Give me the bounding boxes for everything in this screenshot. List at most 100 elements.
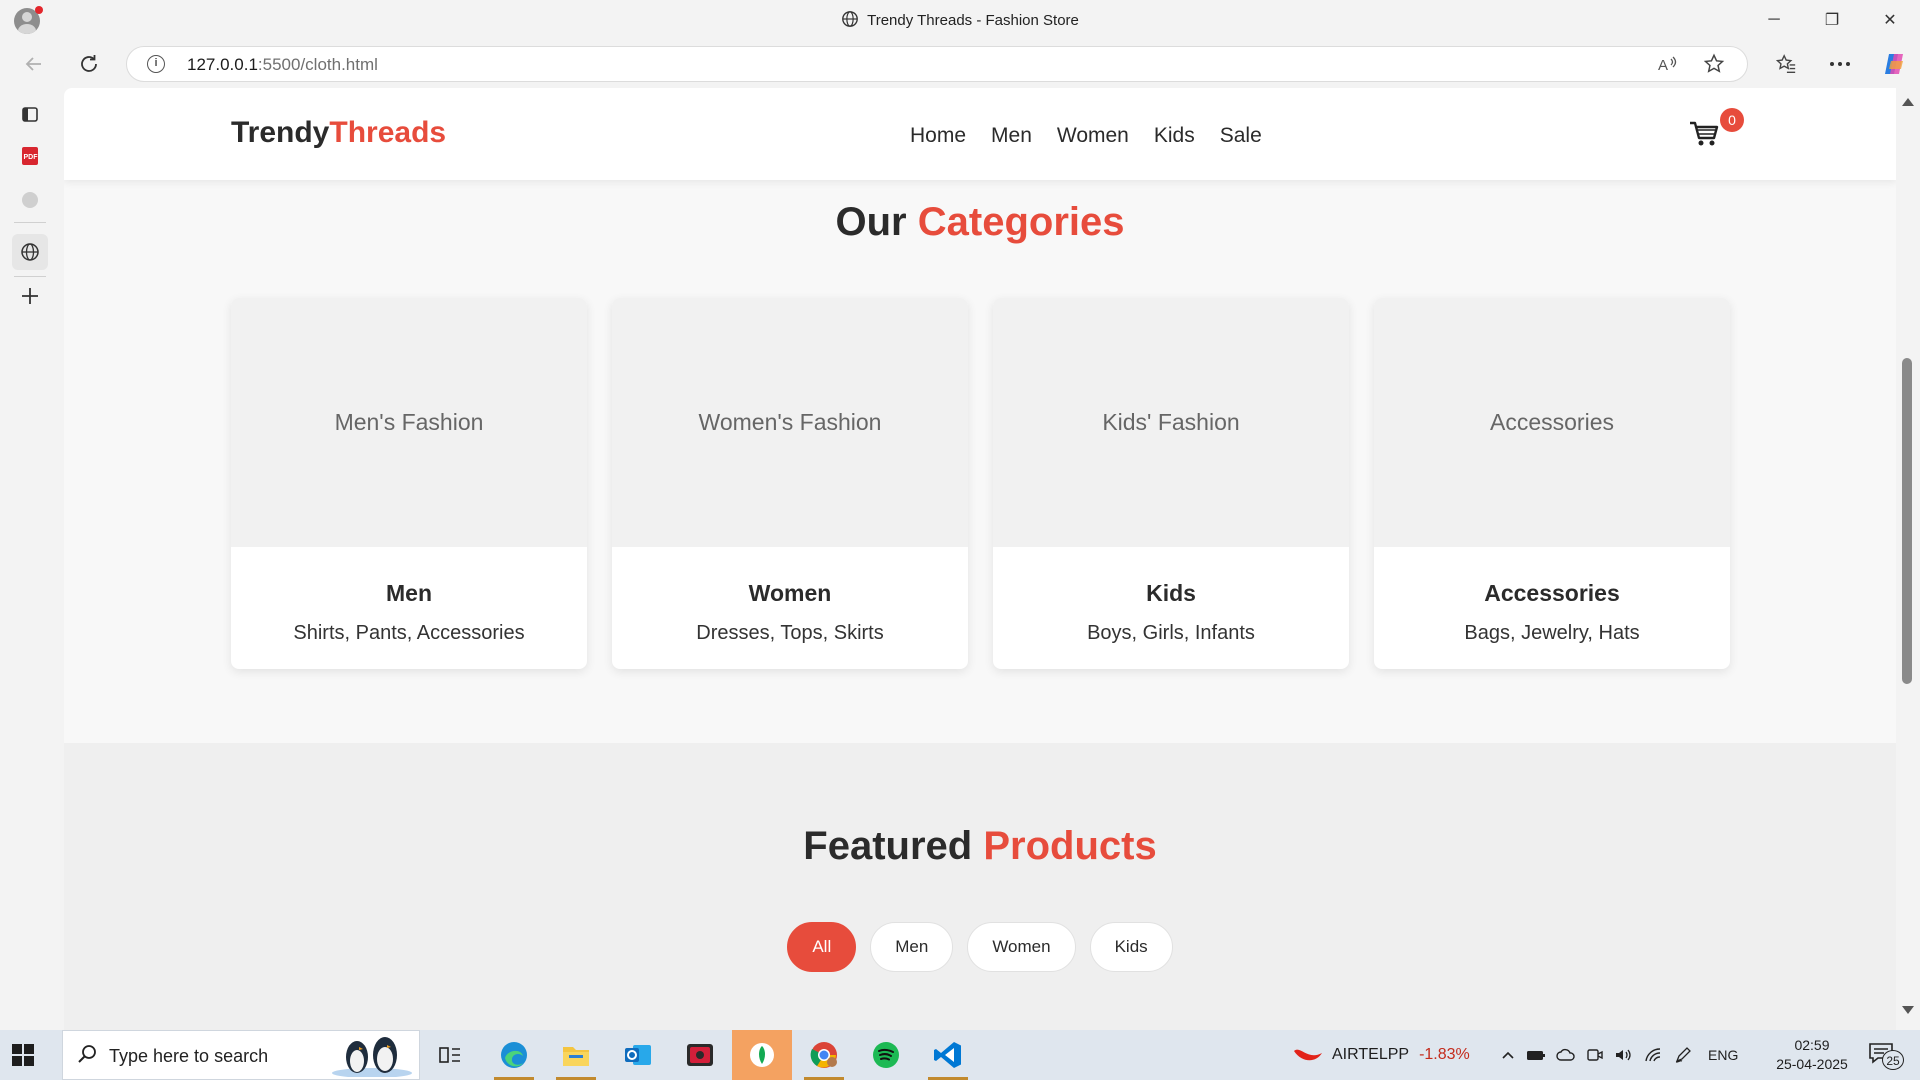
- nav-link-kids[interactable]: Kids: [1154, 124, 1195, 148]
- volume-icon[interactable]: [1614, 1047, 1634, 1063]
- copilot-icon[interactable]: [1876, 46, 1912, 82]
- category-image-placeholder: Women's Fashion: [612, 298, 968, 547]
- show-hidden-icons-chevron-up-icon[interactable]: [1500, 1047, 1516, 1063]
- category-card-kids[interactable]: Kids' Fashion Kids Boys, Girls, Infants: [993, 298, 1349, 669]
- featured-title-primary: Featured: [803, 824, 973, 868]
- close-icon: ✕: [1883, 12, 1897, 29]
- taskbar-mongodb-compass-icon[interactable]: [732, 1030, 792, 1080]
- stock-change: -1.83%: [1419, 1046, 1470, 1063]
- system-tray: ENG: [1500, 1030, 1738, 1080]
- search-icon: [77, 1044, 97, 1070]
- minimize-button[interactable]: ─: [1745, 0, 1803, 40]
- cloud-sync-icon[interactable]: [1556, 1047, 1576, 1063]
- category-subtitle: Shirts, Pants, Accessories: [293, 622, 525, 644]
- url-host: 127.0.0.1: [187, 55, 258, 74]
- window-title: Trendy Threads - Fashion Store: [0, 10, 1920, 32]
- category-subtitle: Bags, Jewelry, Hats: [1464, 622, 1640, 644]
- browser-title-bar: Trendy Threads - Fashion Store ─ ❐ ✕: [0, 0, 1920, 40]
- taskbar-chrome-icon[interactable]: [794, 1030, 854, 1080]
- tab-actions-icon[interactable]: [18, 102, 42, 126]
- active-tab-globe-icon[interactable]: [12, 234, 48, 270]
- category-card-accessories[interactable]: Accessories Accessories Bags, Jewelry, H…: [1374, 298, 1730, 669]
- battery-icon[interactable]: [1526, 1047, 1546, 1063]
- inactive-tab-icon[interactable]: [18, 188, 42, 212]
- site-info-icon[interactable]: i: [147, 55, 165, 73]
- stock-widget[interactable]: AIRTELPP -1.83%: [1292, 1030, 1470, 1080]
- scroll-up-arrow-icon[interactable]: [1902, 98, 1914, 106]
- favorite-star-icon[interactable]: [1703, 53, 1725, 80]
- main-nav: Home Men Women Kids Sale: [910, 124, 1262, 148]
- featured-section-title: Featured Products: [64, 824, 1896, 869]
- taskbar-outlook-icon[interactable]: [608, 1030, 668, 1080]
- category-card-women[interactable]: Women's Fashion Women Dresses, Tops, Ski…: [612, 298, 968, 669]
- notification-count-badge: 25: [1882, 1050, 1904, 1070]
- categories-title-primary: Our: [835, 200, 907, 244]
- minimize-icon: ─: [1768, 11, 1780, 28]
- window-title-text: Trendy Threads - Fashion Store: [867, 12, 1079, 29]
- windows-start-icon[interactable]: [12, 1044, 34, 1066]
- stock-name: AIRTELPP: [1332, 1046, 1410, 1063]
- taskbar-edge-icon[interactable]: [484, 1030, 544, 1080]
- filter-button-kids[interactable]: Kids: [1089, 922, 1173, 972]
- pen-menu-icon[interactable]: [1674, 1046, 1692, 1064]
- product-filter-bar: All Men Women Kids: [64, 922, 1896, 972]
- search-highlight-penguins-icon: [332, 1037, 412, 1077]
- more-options-icon[interactable]: [1822, 46, 1858, 82]
- category-name: Kids: [1146, 580, 1196, 606]
- language-indicator[interactable]: ENG: [1708, 1047, 1738, 1063]
- address-bar[interactable]: i 127.0.0.1:5500/cloth.html A: [126, 46, 1748, 82]
- site-logo[interactable]: TrendyThreads: [231, 116, 446, 150]
- read-aloud-icon[interactable]: A: [1657, 53, 1679, 80]
- filter-button-women[interactable]: Women: [967, 922, 1076, 972]
- taskbar-clock[interactable]: 02:59 25-04-2025: [1760, 1036, 1864, 1074]
- categories-section-title: Our Categories: [64, 200, 1896, 245]
- clock-date: 25-04-2025: [1776, 1056, 1848, 1072]
- categories-title-accent: Categories: [917, 200, 1125, 244]
- clock-time: 02:59: [1794, 1037, 1830, 1053]
- refresh-icon: [81, 55, 97, 72]
- maximize-icon: ❐: [1824, 12, 1840, 29]
- new-tab-plus-icon[interactable]: [18, 284, 42, 308]
- meet-now-icon[interactable]: [1586, 1047, 1604, 1063]
- taskbar-vscode-icon[interactable]: [918, 1030, 978, 1080]
- logo-text-accent: Threads: [329, 116, 447, 149]
- nav-link-home[interactable]: Home: [910, 124, 966, 148]
- refresh-button[interactable]: [71, 46, 107, 82]
- category-image-placeholder: Kids' Fashion: [993, 298, 1349, 547]
- close-button[interactable]: ✕: [1861, 0, 1919, 40]
- tab-separator: [14, 222, 46, 223]
- vertical-tab-strip: PDF: [0, 88, 62, 1030]
- scroll-down-arrow-icon[interactable]: [1902, 1006, 1914, 1014]
- taskbar-task-view-icon[interactable]: [420, 1030, 480, 1080]
- filter-button-all[interactable]: All: [787, 922, 857, 972]
- tab-separator: [14, 276, 46, 277]
- site-header: TrendyThreads Home Men Women Kids Sale 0: [64, 88, 1896, 180]
- url-path: :5500/cloth.html: [257, 55, 378, 74]
- taskbar-search-box[interactable]: Type here to search: [62, 1030, 420, 1080]
- pdf-tab-icon[interactable]: PDF: [18, 144, 42, 168]
- category-card-men[interactable]: Men's Fashion Men Shirts, Pants, Accesso…: [231, 298, 587, 669]
- back-button[interactable]: [16, 46, 52, 82]
- nav-link-men[interactable]: Men: [991, 124, 1032, 148]
- logo-text-primary: Trendy: [231, 116, 330, 149]
- page-viewport: TrendyThreads Home Men Women Kids Sale 0…: [64, 88, 1896, 1030]
- notification-center-icon[interactable]: 25: [1868, 1042, 1904, 1070]
- nav-link-women[interactable]: Women: [1057, 124, 1129, 148]
- cart-count-badge: 0: [1720, 108, 1744, 132]
- wifi-icon[interactable]: [1644, 1047, 1664, 1063]
- featured-title-accent: Products: [983, 824, 1157, 868]
- url-text[interactable]: 127.0.0.1:5500/cloth.html: [187, 55, 378, 75]
- shopping-cart-icon[interactable]: [1689, 120, 1719, 148]
- taskbar-recorder-app-icon[interactable]: [670, 1030, 730, 1080]
- scroll-thumb[interactable]: [1902, 358, 1912, 684]
- favorites-icon[interactable]: [1768, 46, 1804, 82]
- arrow-left-icon: [25, 57, 41, 71]
- taskbar-file-explorer-icon[interactable]: [546, 1030, 606, 1080]
- airtel-logo-icon: [1294, 1049, 1322, 1061]
- nav-link-sale[interactable]: Sale: [1220, 124, 1262, 148]
- category-name: Women: [748, 580, 832, 606]
- filter-button-men[interactable]: Men: [870, 922, 954, 972]
- page-scrollbar[interactable]: [1896, 88, 1920, 1030]
- maximize-button[interactable]: ❐: [1803, 0, 1861, 40]
- taskbar-spotify-icon[interactable]: [856, 1030, 916, 1080]
